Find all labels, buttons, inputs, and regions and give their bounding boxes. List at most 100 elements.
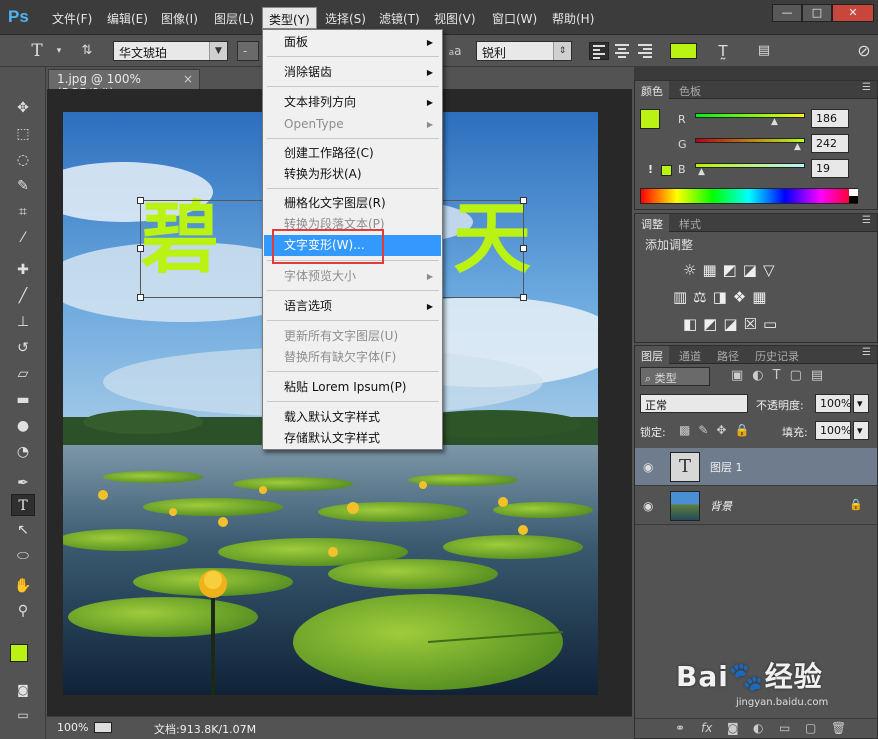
- transform-handle[interactable]: [137, 197, 144, 204]
- eraser-tool-icon[interactable]: ▱: [11, 363, 35, 385]
- fill-input[interactable]: 100%: [815, 421, 851, 440]
- b-value-input[interactable]: 19: [811, 159, 849, 178]
- quick-mask-icon[interactable]: ◙: [11, 679, 35, 701]
- clone-stamp-tool-icon[interactable]: ⊥: [11, 311, 35, 333]
- font-style-select[interactable]: -: [237, 41, 259, 61]
- menu-help[interactable]: 帮助(H): [552, 10, 594, 27]
- panel-menu-icon[interactable]: ☰: [862, 347, 871, 358]
- hand-tool-icon[interactable]: ✋: [11, 575, 35, 597]
- tab-channels[interactable]: 通道: [673, 346, 707, 364]
- opacity-input[interactable]: 100%: [815, 394, 851, 413]
- layer-filter-select[interactable]: ⌕ 类型: [640, 367, 710, 386]
- b-slider[interactable]: [695, 163, 805, 168]
- new-layer-icon[interactable]: ▢: [805, 721, 816, 735]
- menu-view[interactable]: 视图(V): [434, 10, 476, 27]
- layer-name[interactable]: 图层 1: [710, 459, 743, 475]
- gamut-warning-icon[interactable]: !: [648, 163, 653, 176]
- tab-paths[interactable]: 路径: [711, 346, 745, 364]
- type-tool-preset-icon[interactable]: T: [28, 42, 46, 60]
- menu-item-font-preview-size[interactable]: 字体预览大小 ▶: [264, 266, 441, 287]
- menu-item-rasterize-type[interactable]: 栅格化文字图层(R): [264, 193, 441, 214]
- menu-item-create-work-path[interactable]: 创建工作路径(C): [264, 143, 441, 164]
- panel-menu-icon[interactable]: ☰: [862, 215, 871, 226]
- screen-mode-icon[interactable]: ▭: [11, 704, 35, 726]
- lasso-tool-icon[interactable]: ◌: [11, 149, 35, 171]
- preset-dropdown-icon[interactable]: ▾: [50, 42, 68, 60]
- marquee-tool-icon[interactable]: ⬚: [11, 123, 35, 145]
- menu-item-convert-to-shape[interactable]: 转换为形状(A): [264, 164, 441, 185]
- crop-tool-icon[interactable]: ⌗: [11, 201, 35, 223]
- document-tab[interactable]: 1.jpg @ 100%(RGB/8#) ×: [48, 69, 200, 100]
- gradient-tool-icon[interactable]: ▬: [11, 389, 35, 411]
- zoom-level[interactable]: 100%: [57, 721, 88, 734]
- healing-brush-tool-icon[interactable]: ✚: [11, 259, 35, 281]
- color-spectrum[interactable]: [640, 188, 858, 204]
- tab-history[interactable]: 历史记录: [749, 346, 805, 364]
- menu-file[interactable]: 文件(F): [52, 10, 92, 27]
- adjustment-layer-icon[interactable]: ◐: [753, 721, 763, 735]
- new-group-icon[interactable]: ▭: [779, 721, 790, 735]
- fx-icon[interactable]: fx: [701, 721, 712, 735]
- character-panel-icon[interactable]: ▤: [755, 42, 773, 60]
- dodge-tool-icon[interactable]: ◔: [11, 441, 35, 463]
- quick-select-tool-icon[interactable]: ✎: [11, 175, 35, 197]
- gamut-swatch[interactable]: [661, 165, 672, 176]
- g-value-input[interactable]: 242: [811, 134, 849, 153]
- g-slider[interactable]: [695, 138, 805, 143]
- menu-item-text-orientation[interactable]: 文本排列方向 ▶: [264, 92, 441, 113]
- maximize-button[interactable]: □: [802, 4, 832, 22]
- pen-tool-icon[interactable]: ✒: [11, 472, 35, 494]
- fill-dropdown[interactable]: ▾: [853, 421, 869, 440]
- text-orientation-icon[interactable]: ⇅: [78, 42, 96, 60]
- r-value-input[interactable]: 186: [811, 109, 849, 128]
- tab-color[interactable]: 颜色: [635, 81, 669, 99]
- panel-menu-icon[interactable]: ☰: [862, 82, 871, 93]
- menu-item-update-all-text[interactable]: 更新所有文字图层(U): [264, 326, 441, 347]
- spectrum-bw[interactable]: [849, 189, 858, 203]
- path-select-tool-icon[interactable]: ↖: [11, 519, 35, 541]
- menu-layer[interactable]: 图层(L): [214, 10, 254, 27]
- foreground-color-swatch[interactable]: [10, 644, 28, 662]
- close-button[interactable]: ✕: [832, 4, 874, 22]
- r-slider[interactable]: [695, 113, 805, 118]
- fg-color-swatch[interactable]: [640, 109, 660, 129]
- transform-handle[interactable]: [520, 294, 527, 301]
- layer-filter-icons[interactable]: ▣◐T▢▤: [731, 368, 832, 383]
- menu-type[interactable]: 类型(Y): [262, 7, 317, 29]
- b-slider-thumb[interactable]: ▲: [698, 167, 705, 177]
- brush-tool-icon[interactable]: ╱: [11, 285, 35, 307]
- layer-row-text[interactable]: ◉ T 图层 1: [635, 448, 877, 486]
- visibility-eye-icon[interactable]: ◉: [643, 460, 653, 474]
- text-color-swatch[interactable]: [670, 43, 697, 59]
- link-layers-icon[interactable]: ⚭: [675, 721, 685, 735]
- layer-name[interactable]: 背景: [710, 498, 732, 514]
- tab-layers[interactable]: 图层: [635, 346, 669, 364]
- transform-handle[interactable]: [137, 294, 144, 301]
- menu-item-language-options[interactable]: 语言选项 ▶: [264, 296, 441, 317]
- adjustment-icons-row-1[interactable]: ☼▦◩◪▽: [683, 261, 781, 279]
- antialias-select[interactable]: 锐利 ⇕: [476, 41, 572, 61]
- transform-handle[interactable]: [137, 245, 144, 252]
- menu-item-paste-lorem-ipsum[interactable]: 粘贴 Lorem Ipsum(P): [264, 377, 441, 398]
- blend-mode-select[interactable]: 正常: [640, 394, 748, 413]
- menu-select[interactable]: 选择(S): [325, 10, 366, 27]
- menu-item-panels[interactable]: 面板 ▶: [264, 32, 441, 53]
- blur-tool-icon[interactable]: ●: [11, 415, 35, 437]
- minimize-button[interactable]: —: [772, 4, 802, 22]
- ellipse-tool-icon[interactable]: ⬭: [11, 545, 35, 567]
- close-icon[interactable]: ×: [183, 72, 193, 86]
- eyedropper-tool-icon[interactable]: ⁄: [11, 227, 35, 249]
- align-left-button[interactable]: [589, 42, 609, 60]
- transform-handle[interactable]: [520, 245, 527, 252]
- align-right-button[interactable]: [635, 42, 655, 60]
- menu-item-save-default-type-styles[interactable]: 存储默认文字样式: [264, 428, 441, 449]
- menu-item-load-default-type-styles[interactable]: 载入默认文字样式: [264, 407, 441, 428]
- menu-edit[interactable]: 编辑(E): [107, 10, 148, 27]
- lock-icons[interactable]: ▩✎✥🔒: [679, 423, 757, 437]
- layer-row-background[interactable]: ◉ 背景 🔒: [635, 487, 877, 525]
- type-tool-icon[interactable]: T: [11, 494, 35, 516]
- menu-item-opentype[interactable]: OpenType ▶: [264, 114, 441, 135]
- menu-image[interactable]: 图像(I): [161, 10, 198, 27]
- opacity-dropdown[interactable]: ▾: [853, 394, 869, 413]
- cancel-icon[interactable]: ⊘: [855, 42, 873, 60]
